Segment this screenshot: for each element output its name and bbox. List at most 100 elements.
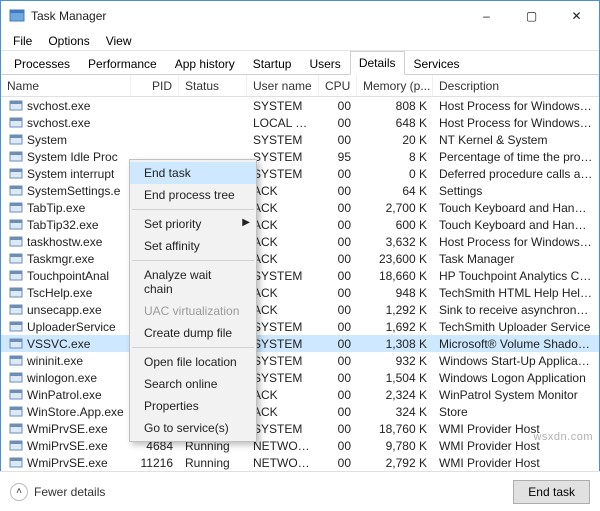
ctx-properties[interactable]: Properties [130, 395, 256, 417]
table-row[interactable]: svchost.exeSYSTEM00808 KHost Process for… [1, 97, 599, 114]
process-name: UploaderService [27, 320, 116, 334]
process-mem: 932 K [357, 353, 433, 369]
ctx-set-priority[interactable]: Set priority▶ [130, 213, 256, 235]
process-name: svchost.exe [27, 116, 90, 130]
process-name: WmiPrvSE.exe [27, 422, 108, 436]
ctx-uac-virtualization: UAC virtualization [130, 300, 256, 322]
process-user: ACK [247, 234, 319, 250]
table-row[interactable]: WmiPrvSE.exe11216RunningNETWORK...002,79… [1, 454, 599, 471]
ctx-analyze-wait-chain[interactable]: Analyze wait chain [130, 264, 256, 300]
process-user: NETWORK... [247, 455, 319, 471]
process-mem: 3,632 K [357, 234, 433, 250]
process-name: TabTip32.exe [27, 218, 99, 232]
process-desc: Store [433, 404, 599, 420]
fewer-details-label: Fewer details [34, 485, 105, 499]
process-icon [9, 371, 23, 385]
col-name[interactable]: Name [1, 75, 131, 96]
table-row[interactable]: System Idle ProcSYSTEM958 KPercentage of… [1, 148, 599, 165]
table-row[interactable]: WmiPrvSE.exe4684RunningNETWORK...009,780… [1, 437, 599, 454]
table-row[interactable]: svchost.exeLOCAL SE...00648 KHost Proces… [1, 114, 599, 131]
process-icon [9, 388, 23, 402]
col-desc[interactable]: Description [433, 75, 599, 96]
table-row[interactable]: TabTip.exeACK002,700 KTouch Keyboard and… [1, 199, 599, 216]
process-cpu: 00 [319, 438, 357, 454]
menu-view[interactable]: View [98, 32, 140, 50]
process-desc: NT Kernel & System [433, 132, 599, 148]
ctx-end-process-tree[interactable]: End process tree [130, 184, 256, 206]
tab-users[interactable]: Users [300, 52, 349, 75]
process-desc: Deferred procedure calls and interrup... [433, 166, 599, 182]
tab-services[interactable]: Services [405, 52, 469, 75]
col-status[interactable]: Status [179, 75, 247, 96]
maximize-button[interactable]: ▢ [509, 1, 554, 31]
tab-apphistory[interactable]: App history [166, 52, 244, 75]
tab-details[interactable]: Details [350, 51, 405, 75]
ctx-create-dump-file[interactable]: Create dump file [130, 322, 256, 344]
process-mem: 1,692 K [357, 319, 433, 335]
table-row[interactable]: System interruptSYSTEM000 KDeferred proc… [1, 165, 599, 182]
table-row[interactable]: Taskmgr.exeACK0023,600 KTask Manager [1, 250, 599, 267]
table-row[interactable]: WmiPrvSE.exe8628RunningSYSTEM0018,760 KW… [1, 420, 599, 437]
process-icon [9, 337, 23, 351]
table-row[interactable]: TscHelp.exeACK00948 KTechSmith HTML Help… [1, 284, 599, 301]
table-row[interactable]: TabTip32.exeACK00600 KTouch Keyboard and… [1, 216, 599, 233]
process-list[interactable]: End task End process tree Set priority▶ … [1, 97, 599, 487]
process-cpu: 00 [319, 455, 357, 471]
process-icon [9, 422, 23, 436]
process-status: Running [179, 455, 247, 471]
table-row[interactable]: WinPatrol.exe8456RunningACK002,324 KWinP… [1, 386, 599, 403]
col-user[interactable]: User name [247, 75, 319, 96]
app-icon [9, 8, 25, 24]
table-row[interactable]: TouchpointAnalSYSTEM0018,660 KHP Touchpo… [1, 267, 599, 284]
process-name: winlogon.exe [27, 371, 97, 385]
tab-startup[interactable]: Startup [244, 52, 301, 75]
process-mem: 600 K [357, 217, 433, 233]
process-desc: TechSmith Uploader Service [433, 319, 599, 335]
table-row[interactable]: SystemSYSTEM0020 KNT Kernel & System [1, 131, 599, 148]
table-row[interactable]: wininit.exe996RunningSYSTEM00932 KWindow… [1, 352, 599, 369]
process-icon [9, 235, 23, 249]
col-pid[interactable]: PID [131, 75, 179, 96]
table-row[interactable]: SystemSettings.eACK0064 KSettings [1, 182, 599, 199]
process-desc: Sink to receive asynchronous callback... [433, 302, 599, 318]
process-desc: Settings [433, 183, 599, 199]
process-icon [9, 201, 23, 215]
tab-performance[interactable]: Performance [79, 52, 166, 75]
process-cpu: 00 [319, 234, 357, 250]
menu-options[interactable]: Options [40, 32, 97, 50]
menu-file[interactable]: File [5, 32, 40, 50]
col-mem[interactable]: Memory (p... [357, 75, 433, 96]
table-row[interactable]: UploaderServiceSYSTEM001,692 KTechSmith … [1, 318, 599, 335]
process-name: taskhostw.exe [27, 235, 102, 249]
process-cpu: 00 [319, 98, 357, 114]
process-mem: 1,308 K [357, 336, 433, 352]
fewer-details-button[interactable]: ˄ Fewer details [10, 483, 105, 501]
tab-processes[interactable]: Processes [5, 52, 79, 75]
close-button[interactable]: ✕ [554, 1, 599, 31]
process-name: SystemSettings.e [27, 184, 120, 198]
process-cpu: 00 [319, 183, 357, 199]
process-desc: WMI Provider Host [433, 455, 599, 471]
process-cpu: 00 [319, 336, 357, 352]
table-row[interactable]: VSSVC.exe2436RunningSYSTEM001,308 KMicro… [1, 335, 599, 352]
ctx-go-to-services[interactable]: Go to service(s) [130, 417, 256, 439]
table-row[interactable]: winlogon.exe844RunningSYSTEM001,504 KWin… [1, 369, 599, 386]
col-cpu[interactable]: CPU [319, 75, 357, 96]
minimize-button[interactable]: – [464, 1, 509, 31]
ctx-end-task[interactable]: End task [130, 162, 256, 184]
end-task-button[interactable]: End task [513, 480, 590, 504]
ctx-open-file-location[interactable]: Open file location [130, 351, 256, 373]
table-row[interactable]: WinStore.App.exe5688SuspendedACK00324 KS… [1, 403, 599, 420]
table-row[interactable]: taskhostw.exeACK003,632 KHost Process fo… [1, 233, 599, 250]
process-name: wininit.exe [27, 354, 83, 368]
process-name: TouchpointAnal [27, 269, 109, 283]
ctx-search-online[interactable]: Search online [130, 373, 256, 395]
table-row[interactable]: unsecapp.exeACK001,292 KSink to receive … [1, 301, 599, 318]
process-desc: TechSmith HTML Help Helper [433, 285, 599, 301]
process-name: unsecapp.exe [27, 303, 102, 317]
titlebar: Task Manager – ▢ ✕ [1, 1, 599, 31]
process-user: ACK [247, 183, 319, 199]
process-mem: 8 K [357, 149, 433, 165]
process-icon [9, 150, 23, 164]
ctx-set-affinity[interactable]: Set affinity [130, 235, 256, 257]
